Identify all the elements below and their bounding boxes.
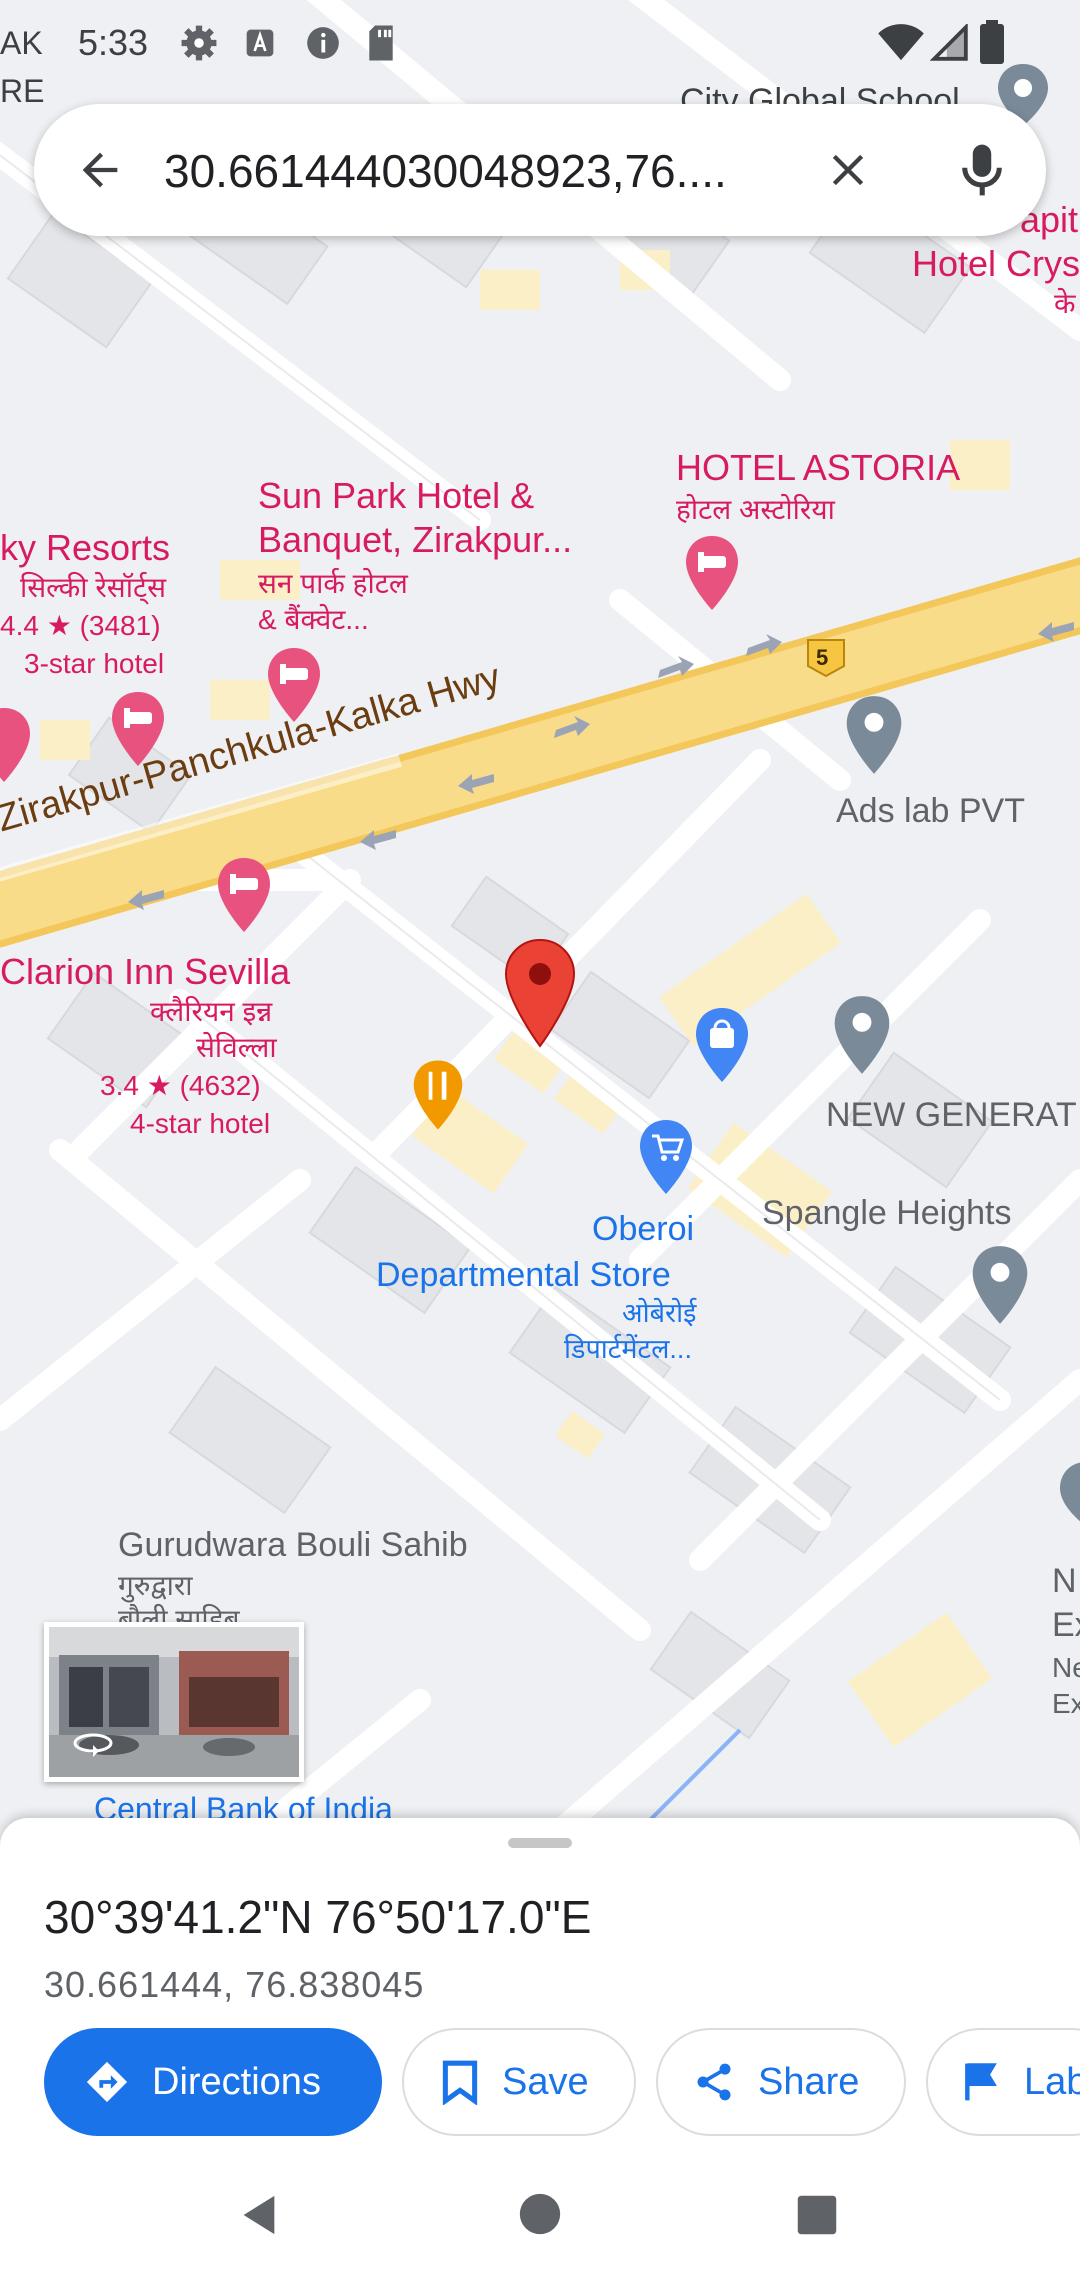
highway-number: 5 [816,645,829,670]
place-pin-icon[interactable] [1056,1460,1080,1530]
place-label-clarion-hi: क्लैरियन इन्न [150,996,273,1027]
place-label-gurudwara[interactable]: Gurudwara Bouli Sahib [118,1526,468,1564]
hotel-pin-icon[interactable] [682,534,742,614]
place-label-sun-park[interactable]: Banquet, Zirakpur... [258,519,572,560]
map-view[interactable]: AK RE City Global School apit Hotel Crys… [0,0,1080,1830]
place-label-hotel-astoria-hi: होटल अस्टोरिया [676,494,835,525]
place-label-gurudwara-hi: गुरुद्वारा [118,1570,193,1601]
flag-icon [965,2063,997,2101]
signal-icon [930,24,968,61]
restaurant-pin-icon[interactable] [410,1056,466,1136]
hotel-pin-icon[interactable] [264,646,324,726]
recents-square-icon[interactable] [796,2194,838,2236]
place-type: 4-star hotel [130,1108,271,1139]
place-label-clarion-inn[interactable]: Clarion Inn Sevilla [0,951,290,992]
label-button[interactable]: Lab [926,2028,1080,2136]
status-bar: 5:33 [0,0,1080,90]
edge-label: N [1052,1562,1077,1600]
system-nav-bar [0,2170,1080,2280]
place-label-oberoi[interactable]: Oberoi [592,1210,694,1248]
place-pin-icon[interactable] [968,1244,1032,1328]
place-label-silky-resorts[interactable]: ky Resorts [0,527,170,568]
directions-button[interactable]: Directions [44,2028,382,2136]
coordinates-decimal: 30.661444, 76.838045 [44,1964,425,2005]
home-circle-icon[interactable] [518,2192,562,2236]
sd-card-icon [369,25,393,61]
street-view-thumbnail[interactable] [44,1622,304,1782]
drag-handle[interactable] [508,1838,572,1848]
edge-label: Ex [1052,1688,1080,1719]
place-pin-icon[interactable] [830,994,894,1078]
share-label: Share [758,2060,860,2103]
place-label-sun-park-hi: & बैंक्वेट... [258,604,369,635]
place-label-clarion-hi: सेविल्ला [196,1032,277,1063]
save-button[interactable]: Save [402,2028,636,2136]
directions-label: Directions [152,2060,321,2103]
share-icon [697,2063,731,2101]
bookmark-icon [442,2060,478,2105]
place-label-spangle-heights[interactable]: Spangle Heights [762,1194,1012,1232]
shopping-pin-icon[interactable] [692,1006,752,1086]
place-label-sun-park-hi: सन पार्क होटल [258,568,408,599]
place-label-sun-park[interactable]: Sun Park Hotel & [258,475,534,516]
place-label-new-generat[interactable]: NEW GENERAT [826,1096,1077,1134]
place-rating: 3.4 ★ (4632) [100,1070,261,1101]
place-pin-icon[interactable] [842,694,906,778]
dropped-pin-icon[interactable] [500,936,580,1050]
place-type: 3-star hotel [24,648,165,679]
search-bar[interactable]: 30.661444030048923,76.... [34,104,1046,236]
arrow-back-icon[interactable] [74,144,126,196]
place-label-ads-lab[interactable]: Ads lab PVT [836,792,1025,830]
close-icon[interactable] [822,144,874,196]
place-label-oberoi[interactable]: Departmental Store [376,1256,671,1294]
edge-label: के [1054,288,1076,319]
directions-icon [86,2061,128,2103]
place-label-silky-hi: सिल्की रेसॉर्ट्स [20,572,167,603]
hotel-pin-icon[interactable] [0,706,34,786]
hotel-pin-icon[interactable] [108,690,168,770]
edge-label: Ex [1052,1606,1080,1644]
place-label-oberoi-hi: डिपार्टमेंटल... [564,1334,692,1364]
font-icon [246,29,274,57]
status-time: 5:33 [78,22,149,63]
settings-icon [181,25,217,61]
mic-icon[interactable] [954,140,1010,200]
back-triangle-icon[interactable] [236,2192,282,2238]
search-input[interactable]: 30.661444030048923,76.... [164,144,844,198]
info-icon [307,27,339,59]
edge-label: Ne [1052,1652,1080,1683]
rotate-360-icon [73,1733,113,1757]
coordinates-dms: 30°39'41.2"N 76°50'17.0"E [44,1891,592,1943]
place-label-hotel-crys[interactable]: Hotel Crys [912,243,1080,284]
label-label: Lab [1024,2060,1080,2103]
share-button[interactable]: Share [656,2028,906,2136]
place-rating: 4.4 ★ (3481) [0,610,161,641]
wifi-icon [878,24,924,61]
place-label-hotel-astoria[interactable]: HOTEL ASTORIA [676,447,960,488]
hotel-pin-icon[interactable] [214,856,274,936]
save-label: Save [502,2060,589,2103]
battery-icon [980,20,1004,64]
place-label-oberoi-hi: ओबेरोई [622,1298,697,1328]
store-pin-icon[interactable] [636,1118,696,1198]
